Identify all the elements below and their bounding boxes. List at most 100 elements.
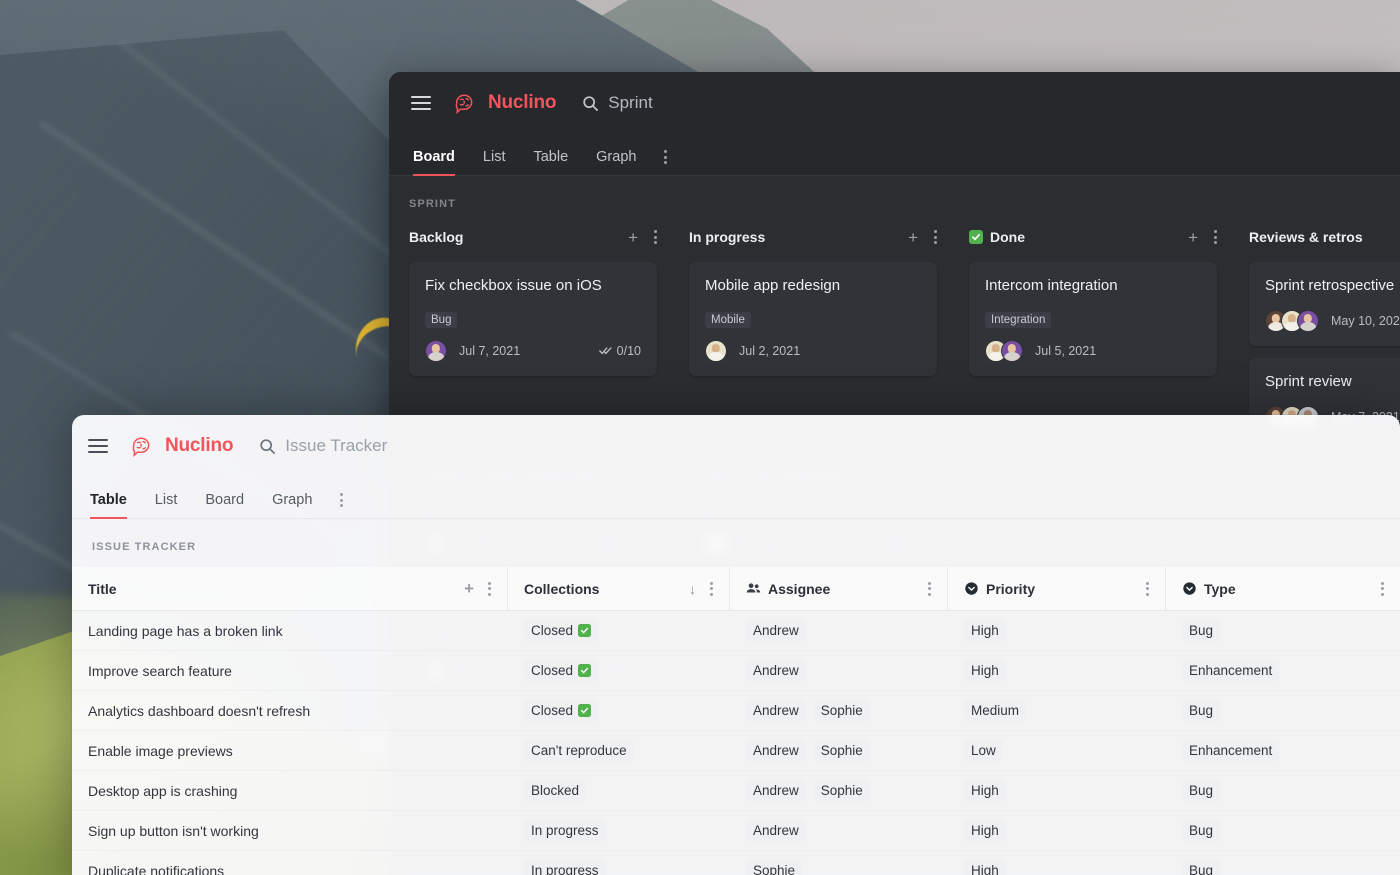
cell-title[interactable]: Landing page has a broken link bbox=[72, 611, 508, 650]
cell-title[interactable]: Enable image previews bbox=[72, 731, 508, 770]
cell-priority[interactable]: High bbox=[948, 851, 1166, 875]
cell-type[interactable]: Enhancement bbox=[1166, 731, 1400, 770]
add-card-button[interactable]: + bbox=[908, 229, 918, 246]
priority-chip[interactable]: High bbox=[964, 820, 1006, 841]
cell-assignee[interactable]: Andrew bbox=[730, 811, 948, 850]
column-header-assignee[interactable]: Assignee bbox=[730, 567, 948, 610]
cell-priority[interactable]: Medium bbox=[948, 691, 1166, 730]
issue-tracker-window[interactable]: Nuclino Issue Tracker Table List Board G… bbox=[72, 415, 1400, 875]
cell-type[interactable]: Bug bbox=[1166, 611, 1400, 650]
priority-chip[interactable]: High bbox=[964, 860, 1006, 875]
table-row[interactable]: Landing page has a broken link Closed Andr… bbox=[72, 611, 1400, 651]
app-logo[interactable]: Nuclino bbox=[453, 92, 556, 115]
cell-type[interactable]: Bug bbox=[1166, 771, 1400, 810]
search-input[interactable]: Sprint bbox=[582, 93, 653, 113]
type-chip[interactable]: Enhancement bbox=[1182, 660, 1280, 681]
cell-assignee[interactable]: Sophie bbox=[730, 851, 948, 875]
cell-priority[interactable]: High bbox=[948, 771, 1166, 810]
tab-graph[interactable]: Graph bbox=[596, 149, 636, 176]
tab-list[interactable]: List bbox=[483, 149, 506, 176]
cell-title[interactable]: Desktop app is crashing bbox=[72, 771, 508, 810]
table-row[interactable]: Duplicate notifications In progress Sophie… bbox=[72, 851, 1400, 875]
type-chip[interactable]: Bug bbox=[1182, 620, 1221, 641]
column-menu-kebab-icon[interactable] bbox=[1146, 581, 1149, 596]
assignee-chip[interactable]: Sophie bbox=[746, 860, 803, 875]
hamburger-icon[interactable] bbox=[88, 438, 108, 454]
board-card[interactable]: Intercom integration Integration Jul 5, … bbox=[969, 262, 1217, 376]
cell-collection[interactable]: Closed bbox=[508, 611, 730, 650]
column-menu-kebab-icon[interactable] bbox=[928, 581, 931, 596]
tab-board[interactable]: Board bbox=[205, 492, 244, 519]
add-card-button[interactable]: + bbox=[1188, 229, 1198, 246]
priority-chip[interactable]: Medium bbox=[964, 700, 1027, 721]
collection-chip[interactable]: Closed bbox=[524, 620, 599, 641]
cell-type[interactable]: Enhancement bbox=[1166, 651, 1400, 690]
assignee-chip[interactable]: Andrew bbox=[746, 660, 806, 681]
table-row[interactable]: Analytics dashboard doesn't refresh Close… bbox=[72, 691, 1400, 731]
assignee-chip[interactable]: Sophie bbox=[813, 700, 870, 721]
priority-chip[interactable]: High bbox=[964, 620, 1006, 641]
cell-priority[interactable]: High bbox=[948, 651, 1166, 690]
cell-assignee[interactable]: Andrew Sophie bbox=[730, 771, 948, 810]
cell-title[interactable]: Analytics dashboard doesn't refresh bbox=[72, 691, 508, 730]
table-row[interactable]: Desktop app is crashing Blocked Andrew Soph… bbox=[72, 771, 1400, 811]
cell-collection[interactable]: Blocked bbox=[508, 771, 730, 810]
assignee-chip[interactable]: Andrew bbox=[746, 820, 806, 841]
add-card-button[interactable]: + bbox=[628, 229, 638, 246]
collection-chip[interactable]: Closed bbox=[524, 660, 599, 681]
tab-list[interactable]: List bbox=[155, 492, 178, 519]
app-logo[interactable]: Nuclino bbox=[130, 435, 233, 458]
column-menu-kebab-icon[interactable] bbox=[710, 581, 713, 596]
priority-chip[interactable]: Low bbox=[964, 740, 1003, 761]
board-card[interactable]: Sprint retrospective May 10, 2021 bbox=[1249, 262, 1400, 346]
tabs-overflow-kebab-icon[interactable] bbox=[664, 150, 668, 175]
search-input[interactable]: Issue Tracker bbox=[259, 436, 387, 456]
column-menu-kebab-icon[interactable] bbox=[1381, 581, 1384, 596]
assignee-chip[interactable]: Andrew bbox=[746, 780, 806, 801]
cell-collection[interactable]: In progress bbox=[508, 851, 730, 875]
priority-chip[interactable]: High bbox=[964, 660, 1006, 681]
cell-assignee[interactable]: Andrew Sophie bbox=[730, 731, 948, 770]
sort-descending-icon[interactable]: ↓ bbox=[689, 582, 696, 596]
cell-priority[interactable]: High bbox=[948, 611, 1166, 650]
type-chip[interactable]: Bug bbox=[1182, 820, 1221, 841]
assignee-chip[interactable]: Andrew bbox=[746, 620, 806, 641]
cell-assignee[interactable]: Andrew bbox=[730, 611, 948, 650]
type-chip[interactable]: Bug bbox=[1182, 860, 1221, 875]
table-row[interactable]: Enable image previews Can't reproduce Andr… bbox=[72, 731, 1400, 771]
assignee-chip[interactable]: Andrew bbox=[746, 740, 806, 761]
tab-table[interactable]: Table bbox=[533, 149, 568, 176]
collection-chip[interactable]: Closed bbox=[524, 700, 599, 721]
tabs-overflow-kebab-icon[interactable] bbox=[340, 493, 344, 518]
column-header-title[interactable]: Title + bbox=[72, 567, 508, 610]
column-menu-kebab-icon[interactable] bbox=[654, 230, 657, 244]
assignee-chip[interactable]: Sophie bbox=[813, 740, 870, 761]
cell-collection[interactable]: Closed bbox=[508, 691, 730, 730]
collection-chip[interactable]: Can't reproduce bbox=[524, 740, 634, 761]
assignee-chip[interactable]: Sophie bbox=[813, 780, 870, 801]
assignee-chip[interactable]: Andrew bbox=[746, 700, 806, 721]
board-card[interactable]: Fix checkbox issue on iOS Bug Jul 7, 202… bbox=[409, 262, 657, 376]
type-chip[interactable]: Enhancement bbox=[1182, 740, 1280, 761]
hamburger-icon[interactable] bbox=[411, 95, 431, 111]
collection-chip[interactable]: In progress bbox=[524, 860, 606, 875]
priority-chip[interactable]: High bbox=[964, 780, 1006, 801]
column-menu-kebab-icon[interactable] bbox=[934, 230, 937, 244]
column-menu-kebab-icon[interactable] bbox=[1214, 230, 1217, 244]
cell-priority[interactable]: Low bbox=[948, 731, 1166, 770]
type-chip[interactable]: Bug bbox=[1182, 700, 1221, 721]
cell-collection[interactable]: Can't reproduce bbox=[508, 731, 730, 770]
cell-title[interactable]: Improve search feature bbox=[72, 651, 508, 690]
cell-assignee[interactable]: Andrew Sophie bbox=[730, 691, 948, 730]
cell-priority[interactable]: High bbox=[948, 811, 1166, 850]
column-header-type[interactable]: Type bbox=[1166, 567, 1400, 610]
tab-board[interactable]: Board bbox=[413, 149, 455, 176]
cell-assignee[interactable]: Andrew bbox=[730, 651, 948, 690]
tab-graph[interactable]: Graph bbox=[272, 492, 312, 519]
tab-table[interactable]: Table bbox=[90, 492, 127, 519]
type-chip[interactable]: Bug bbox=[1182, 780, 1221, 801]
column-header-priority[interactable]: Priority bbox=[948, 567, 1166, 610]
add-column-button[interactable]: + bbox=[464, 580, 474, 597]
table-row[interactable]: Sign up button isn't working In progress A… bbox=[72, 811, 1400, 851]
cell-title[interactable]: Duplicate notifications bbox=[72, 851, 508, 875]
